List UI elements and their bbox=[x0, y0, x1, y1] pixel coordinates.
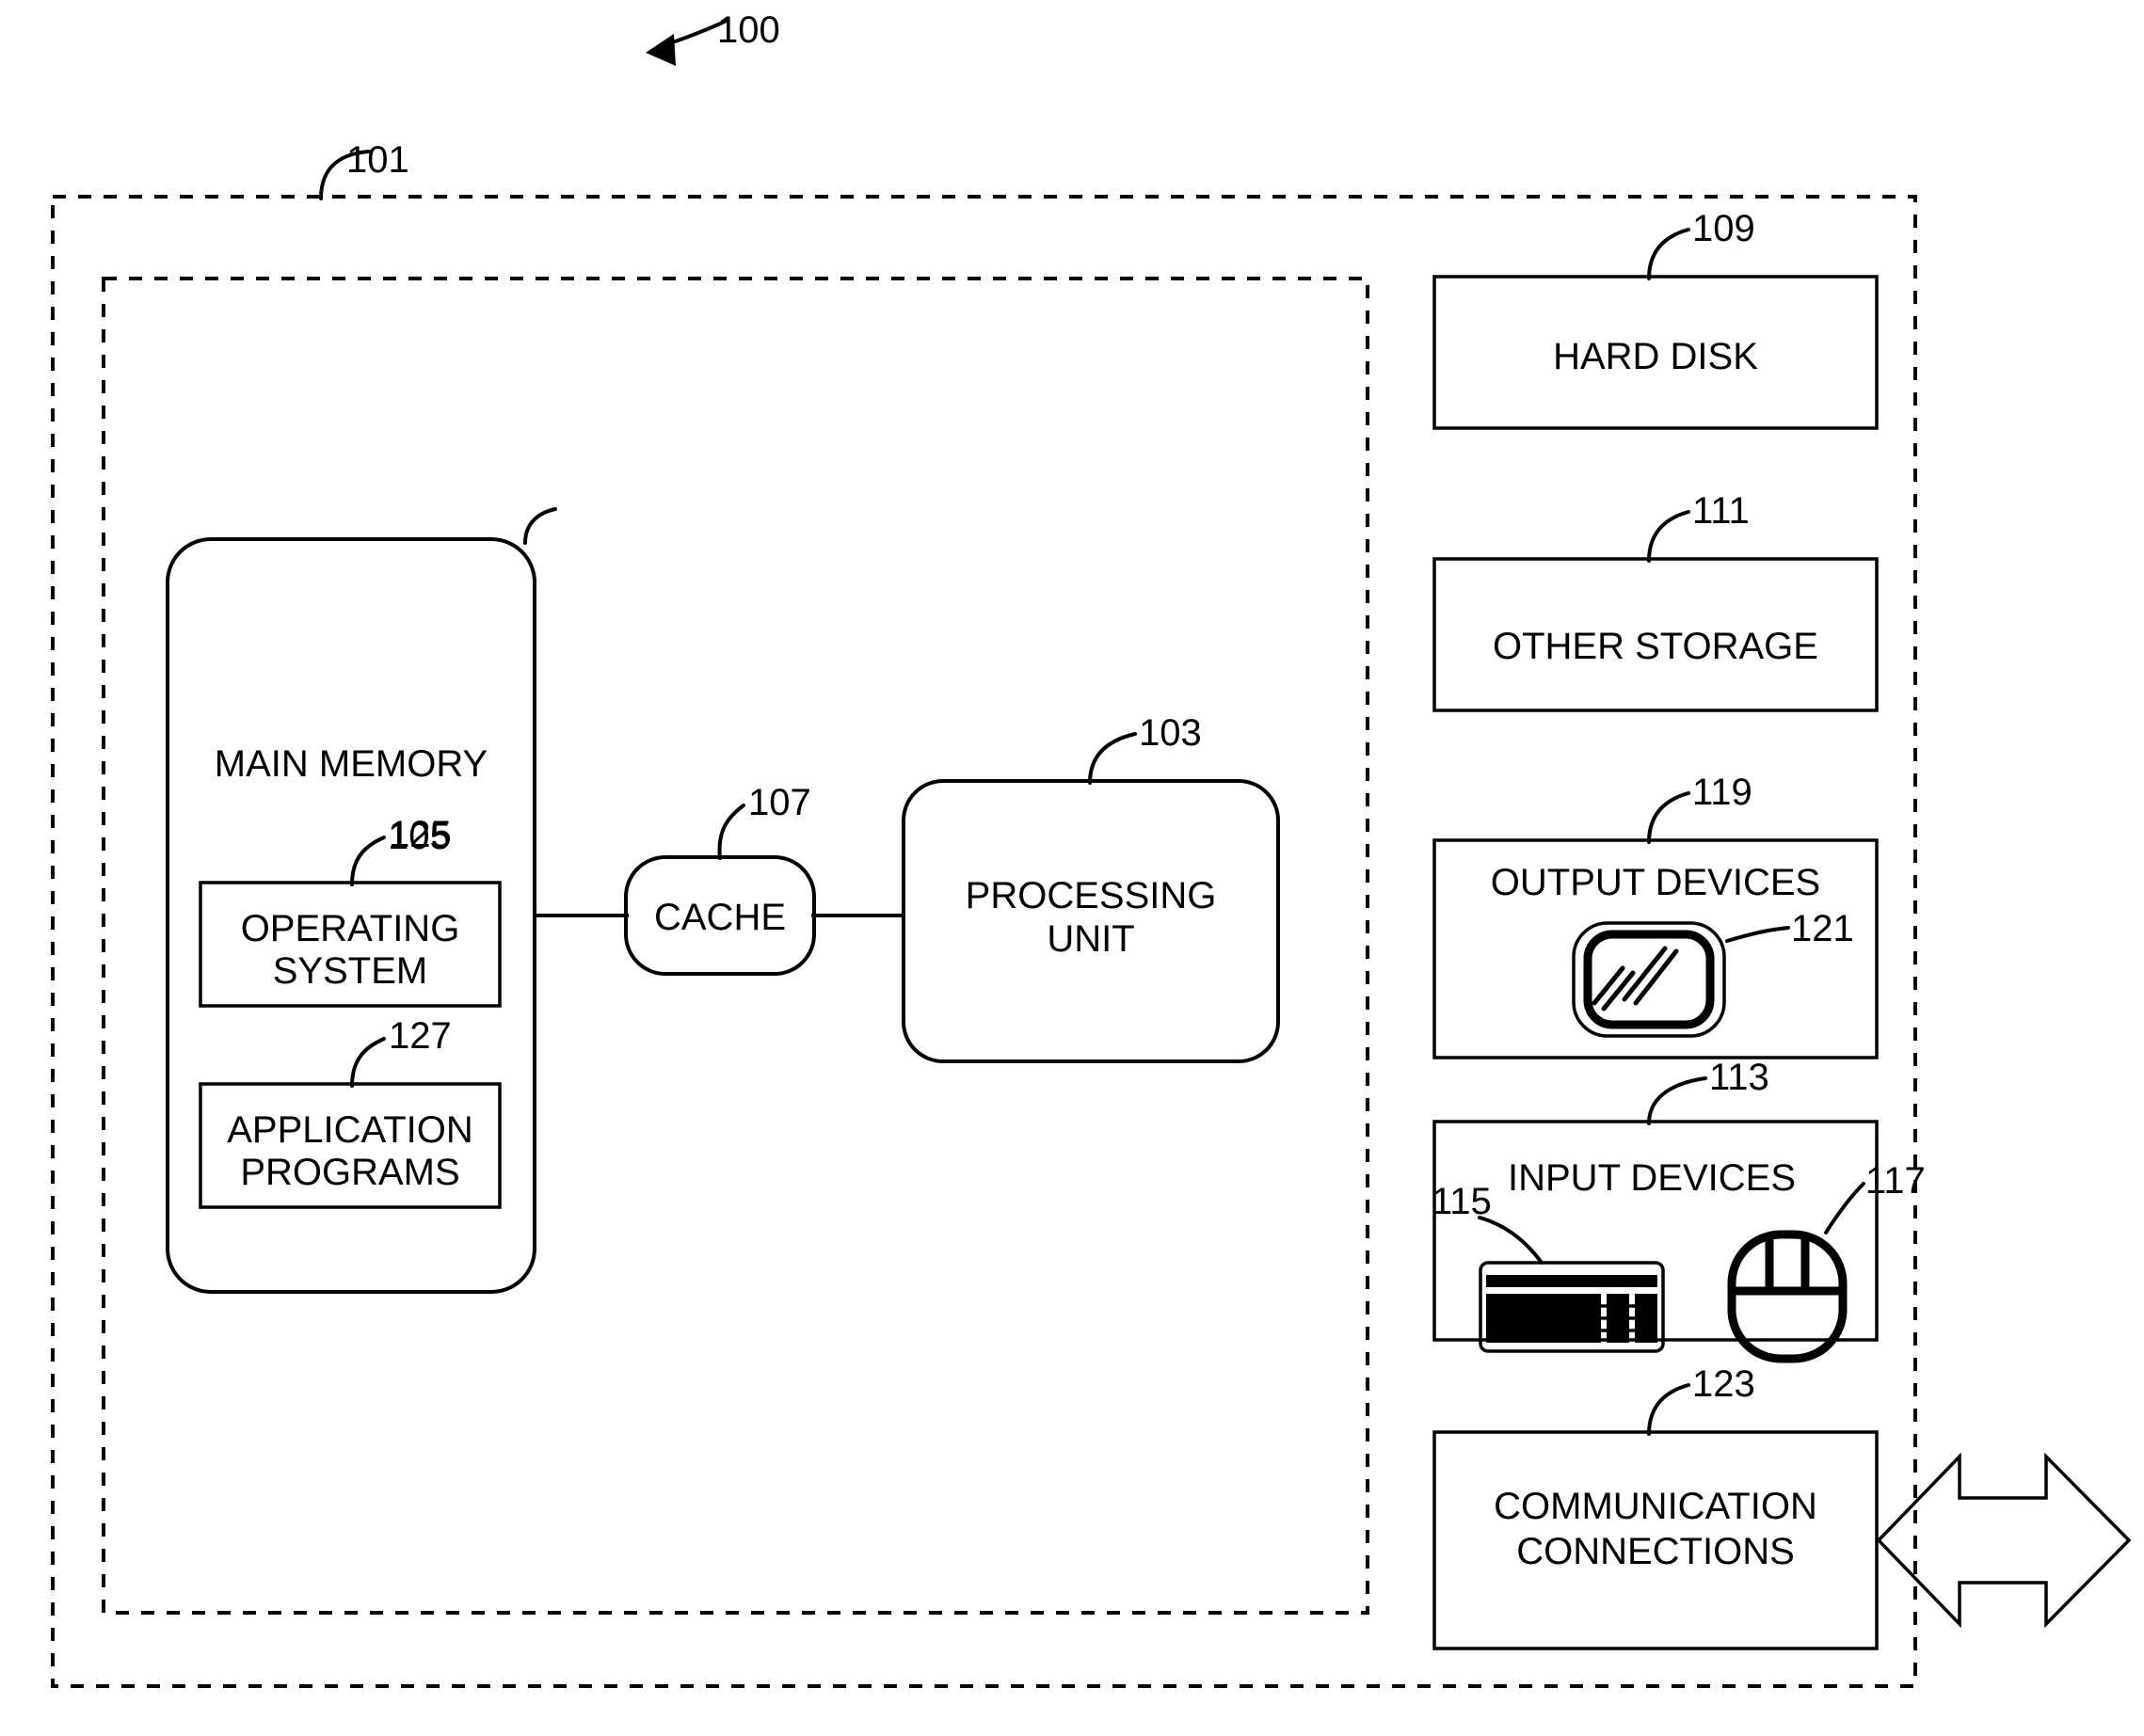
main-memory-label: MAIN MEMORY bbox=[215, 743, 488, 785]
hard-disk-label: HARD DISK bbox=[1553, 336, 1758, 377]
operating-system-label-line1: OPERATING bbox=[241, 908, 460, 949]
processing-unit-label-line2: UNIT bbox=[1047, 918, 1134, 960]
ref-label-121: 121 bbox=[1791, 908, 1854, 949]
ref-label-101: 101 bbox=[346, 139, 409, 181]
patent-figure-canvas: 100 101 MAIN MEMORY 105 125 OPERATING SY… bbox=[0, 0, 2144, 1736]
ref-label-113: 113 bbox=[1709, 1057, 1769, 1098]
application-programs-label-line1: APPLICATION bbox=[227, 1109, 473, 1151]
ref-label-119: 119 bbox=[1692, 772, 1752, 813]
cache-label: CACHE bbox=[654, 897, 786, 938]
ref-label-107: 107 bbox=[748, 782, 811, 823]
figure-number-100: 100 bbox=[717, 9, 780, 51]
application-programs-label-line2: PROGRAMS bbox=[240, 1152, 459, 1193]
ref-label-115: 115 bbox=[1432, 1181, 1492, 1222]
ref-label-111: 111 bbox=[1692, 490, 1750, 532]
ref-label-125: 125 bbox=[389, 814, 452, 855]
input-devices-label: INPUT DEVICES bbox=[1508, 1157, 1796, 1199]
communication-label-line2: CONNECTIONS bbox=[1516, 1531, 1795, 1572]
communication-label-line1: COMMUNICATION bbox=[1494, 1486, 1817, 1527]
output-devices-label: OUTPUT DEVICES bbox=[1491, 862, 1820, 903]
figure-text-layer: 100 101 MAIN MEMORY 105 125 OPERATING SY… bbox=[215, 9, 1926, 1572]
operating-system-label-line2: SYSTEM bbox=[273, 950, 427, 992]
ref-label-127: 127 bbox=[389, 1015, 452, 1057]
ref-label-103: 103 bbox=[1139, 712, 1202, 754]
processing-unit-label-line1: PROCESSING bbox=[966, 875, 1217, 916]
ref-label-117: 117 bbox=[1865, 1160, 1926, 1202]
ref-label-123: 123 bbox=[1692, 1363, 1755, 1405]
other-storage-label: OTHER STORAGE bbox=[1493, 626, 1818, 667]
ref-label-109: 109 bbox=[1692, 208, 1755, 249]
